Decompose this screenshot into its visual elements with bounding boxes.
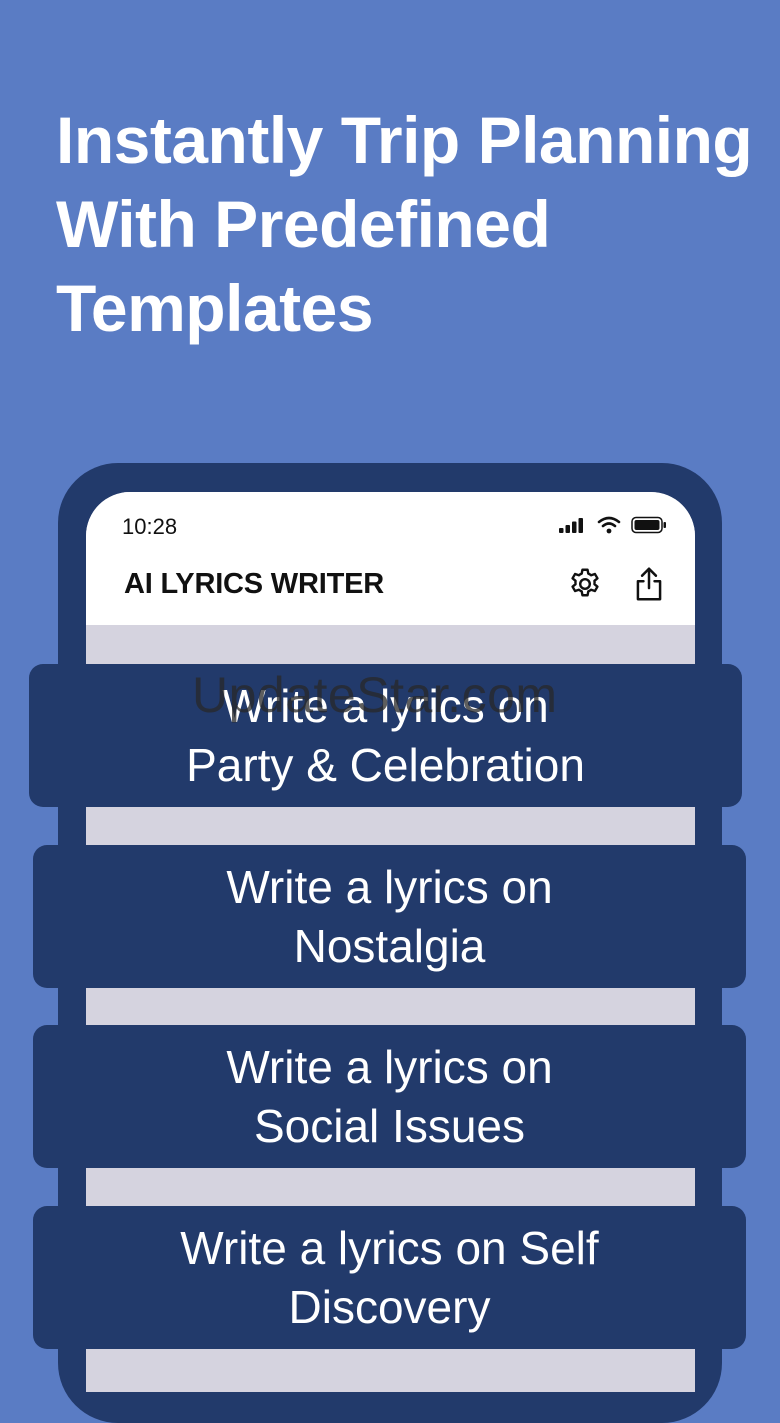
template-card-line-2: Discovery (288, 1280, 491, 1333)
status-time: 10:28 (122, 514, 178, 539)
headline: Instantly Trip Planning With Predefined … (56, 98, 776, 350)
app-bar: 10:28 AI LYRICS WRITER (86, 492, 695, 625)
signal-icon (559, 517, 587, 538)
template-card-social-issues[interactable]: Write a lyrics on Social Issues (33, 1025, 746, 1168)
template-card-self-discovery[interactable]: Write a lyrics on Self Discovery (33, 1206, 746, 1349)
template-card-line-2: Nostalgia (293, 919, 486, 972)
template-card-line-1: Write a lyrics on (226, 860, 553, 913)
template-card-line-2: Social Issues (253, 1099, 525, 1152)
template-card-line-1: Write a lyrics on Self (180, 1221, 599, 1274)
template-card-line-1: Write a lyrics on (226, 1040, 553, 1093)
battery-icon (631, 516, 667, 539)
gear-icon[interactable] (567, 566, 603, 602)
wifi-icon (597, 516, 621, 539)
template-card-line-1: Write a lyrics on (222, 679, 549, 732)
template-card-nostalgia[interactable]: Write a lyrics on Nostalgia (33, 845, 746, 988)
headline-line-3: Templates (56, 271, 374, 345)
headline-line-1: Instantly Trip Planning (56, 103, 753, 177)
template-card-party[interactable]: Write a lyrics on Party & Celebration (29, 664, 742, 807)
app-title: AI LYRICS WRITER (124, 568, 384, 600)
headline-line-2: With Predefined (56, 187, 551, 261)
app-actions (567, 566, 665, 602)
share-icon[interactable] (633, 566, 665, 602)
template-card-line-2: Party & Celebration (186, 738, 585, 791)
status-icons (559, 516, 667, 539)
